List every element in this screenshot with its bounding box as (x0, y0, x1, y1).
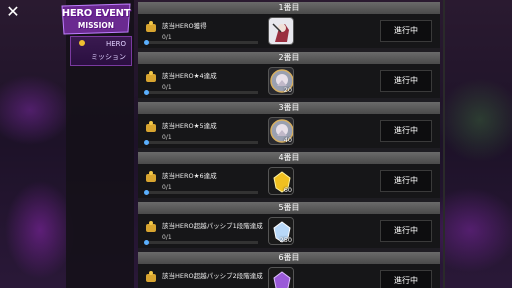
progress-bar (146, 41, 258, 44)
mission-progress-text: 0/1 (162, 34, 172, 41)
mission-progress-text: 0/1 (162, 184, 172, 191)
in-progress-button[interactable]: 進行中 (380, 70, 432, 92)
in-progress-button[interactable]: 進行中 (380, 120, 432, 142)
in-progress-button[interactable]: 進行中 (380, 170, 432, 192)
tab-hero-mission[interactable]: HERO ミッション (70, 36, 132, 66)
gold-bag-icon (146, 21, 156, 32)
mission-list[interactable]: 1番目該当HERO獲得 0/1 進行中 2番目該当HERO★4達成 0/1 20 進行中 3番… (138, 2, 440, 288)
mission-row: 該当HERO獲得 0/1 進行中 (138, 14, 440, 48)
in-progress-button[interactable]: 進行中 (380, 20, 432, 42)
gold-bag-icon (146, 121, 156, 132)
section-header: 1番目 (138, 2, 440, 14)
purple-crystal-icon (268, 267, 294, 288)
hero-portrait-icon (268, 17, 294, 45)
mission-title: 該当HERO獲得 (162, 22, 207, 30)
event-logo: HERO EVENT MISSION (58, 2, 134, 36)
silver-medal-icon: 40 (268, 117, 294, 145)
gold-bag-icon (146, 271, 156, 282)
mission-row: 該当HERO★5達成 0/1 40 進行中 (138, 114, 440, 148)
in-progress-button[interactable]: 進行中 (380, 220, 432, 242)
progress-knob (144, 190, 149, 195)
section-header: 3番目 (138, 102, 440, 114)
section-header: 2番目 (138, 52, 440, 64)
progress-knob (144, 140, 149, 145)
reward-quantity: 250 (279, 236, 292, 244)
gold-bag-icon (146, 221, 156, 232)
notification-dot-icon (79, 40, 85, 46)
gold-bag-icon (146, 171, 156, 182)
scrollbar[interactable] (443, 0, 445, 288)
section-header: 5番目 (138, 202, 440, 214)
progress-knob (144, 90, 149, 95)
silver-medal-icon: 20 (268, 67, 294, 95)
gold-bag-icon (146, 71, 156, 82)
reward-quantity: 60 (283, 186, 292, 194)
mission-progress-text: 0/1 (162, 84, 172, 91)
progress-bar (146, 141, 258, 144)
mission-progress-text: 0/1 (162, 134, 172, 141)
mission-title: 該当HERO超越パッシブ1段階達成 (162, 222, 263, 230)
reward-quantity: 40 (283, 136, 292, 144)
blue-crystal-icon: 250 (268, 217, 294, 245)
event-logo-title: HERO EVENT (61, 8, 131, 19)
mission-progress-text: 0/1 (162, 234, 172, 241)
mission-title: 該当HERO★4達成 (162, 72, 217, 80)
event-logo-subtitle: MISSION (77, 21, 115, 30)
progress-bar (146, 241, 258, 244)
section-header: 4番目 (138, 152, 440, 164)
in-progress-button[interactable]: 進行中 (380, 270, 432, 288)
mission-row: 該当HERO★4達成 0/1 20 進行中 (138, 64, 440, 98)
progress-bar (146, 191, 258, 194)
gold-crystal-icon: 60 (268, 167, 294, 195)
tab-label-line1: HERO (105, 40, 126, 48)
mission-row: 該当HERO超越パッシブ1段階達成 0/1 250 進行中 (138, 214, 440, 248)
tab-label-line2: ミッション (91, 53, 126, 61)
mission-title: 該当HERO★6達成 (162, 172, 217, 180)
progress-knob (144, 40, 149, 45)
mission-title: 該当HERO★5達成 (162, 122, 217, 130)
progress-bar (146, 91, 258, 94)
section-header: 6番目 (138, 252, 440, 264)
mission-row: 該当HERO超越パッシブ2段階達成 進行中 (138, 264, 440, 288)
progress-knob (144, 240, 149, 245)
close-icon[interactable]: ✕ (5, 4, 21, 20)
mission-title: 該当HERO超越パッシブ2段階達成 (162, 272, 263, 280)
mission-row: 該当HERO★6達成 0/1 60 進行中 (138, 164, 440, 198)
reward-quantity: 20 (283, 86, 292, 94)
